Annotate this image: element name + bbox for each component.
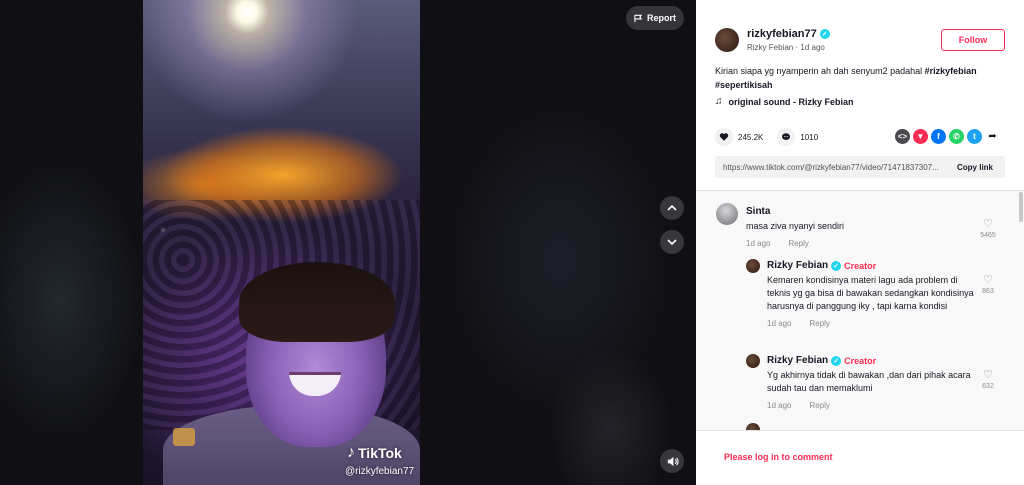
music-note-icon: ♫ — [715, 96, 723, 107]
comments-scrollbar[interactable] — [1019, 192, 1023, 222]
comment-count: 1010 — [800, 132, 819, 142]
follow-button[interactable]: Follow — [941, 29, 1005, 51]
music-label[interactable]: original sound - Rizky Febian — [729, 97, 854, 107]
caption-text: Kirian siapa yg nyamperin ah dah senyum2… — [715, 66, 925, 76]
stage-light — [173, 428, 195, 446]
author-avatar[interactable] — [715, 28, 739, 52]
watermark-brand: TikTok — [358, 445, 402, 461]
comment-text: Yg akhirnya tidak di bawakan ,dan dari p… — [767, 370, 971, 393]
comment-text: Kemaren kondisinya materi lagu ada probl… — [767, 275, 974, 311]
hashtag-link[interactable]: #sepertikisah — [715, 80, 773, 90]
comment-like: ♡ 5465 — [978, 217, 998, 239]
report-button[interactable]: Report — [626, 6, 684, 30]
engagement-stats: 245.2K 1010 — [715, 128, 832, 146]
verified-badge-icon: ✓ — [831, 355, 842, 366]
commenter-name[interactable]: Sinta — [746, 206, 966, 217]
verified-badge-icon: ✓ — [831, 260, 842, 271]
hashtag-link[interactable]: #rizkyfebian — [925, 66, 977, 76]
comment-like-count: 5465 — [980, 232, 996, 239]
comment-like: ♡ 632 — [978, 368, 998, 390]
reply-button[interactable]: Reply — [788, 239, 808, 248]
twitter-icon[interactable]: t — [967, 129, 982, 144]
video-caption: Kirian siapa yg nyamperin ah dah senyum2… — [715, 64, 1005, 92]
performer-hair — [239, 262, 395, 342]
author-subline: Rizky Febian · 1d ago — [747, 43, 830, 52]
post-time: 1d ago — [800, 43, 825, 52]
reply-button[interactable]: Reply — [809, 319, 829, 328]
creator-avatar[interactable] — [746, 354, 760, 368]
facebook-icon[interactable]: f — [931, 129, 946, 144]
tiktok-logo-icon: ♪ — [347, 444, 355, 461]
author-header[interactable]: rizkyfebian77 ✓ Rizky Febian · 1d ago — [715, 28, 830, 52]
video-url: https://www.tiktok.com/@rizkyfebian77/vi… — [723, 162, 939, 172]
share-buttons: <> ▼ f ✆ t ➦ — [895, 129, 1000, 144]
like-button[interactable] — [715, 128, 733, 146]
video-player[interactable] — [143, 0, 420, 485]
commenter-name[interactable]: Rizky Febian ✓ Creator — [767, 355, 977, 366]
comment-like-count: 632 — [982, 383, 994, 390]
speaker-icon — [667, 456, 679, 466]
share-arrow-icon[interactable]: ➦ — [985, 129, 1000, 144]
comment-meta: 1d ago Reply — [746, 239, 966, 248]
creator-avatar[interactable] — [746, 259, 760, 273]
author-username[interactable]: rizkyfebian77 — [747, 28, 817, 40]
music-link[interactable]: ♫ original sound - Rizky Febian — [715, 96, 854, 107]
watermark-handle: @rizkyfebian77 — [345, 466, 415, 477]
heart-icon — [719, 133, 729, 141]
subline-separator: · — [795, 43, 799, 52]
volume-button[interactable] — [660, 449, 684, 473]
tiktok-video-page: Report ♪ TikTok @rizkyfebian77 rizkyfebi… — [0, 0, 1024, 485]
chevron-up-icon — [667, 204, 677, 211]
heart-outline-icon[interactable]: ♡ — [978, 273, 998, 286]
comment-text: masa ziva nyanyi sendiri — [746, 221, 845, 231]
comment-meta: 1d ago Reply — [767, 401, 977, 410]
comment-like: ♡ 863 — [978, 273, 998, 295]
flag-icon — [634, 14, 643, 22]
previous-video-button[interactable] — [660, 196, 684, 220]
commenter-avatar[interactable] — [716, 203, 738, 225]
comment-time: 1d ago — [767, 401, 792, 410]
video-area: Report ♪ TikTok @rizkyfebian77 — [0, 0, 696, 485]
whatsapp-icon[interactable]: ✆ — [949, 129, 964, 144]
chevron-down-icon — [667, 239, 677, 246]
report-label: Report — [647, 13, 676, 23]
creator-badge: Creator — [844, 260, 877, 271]
creator-badge: Creator — [844, 355, 877, 366]
heart-outline-icon[interactable]: ♡ — [978, 368, 998, 381]
login-to-comment-link[interactable]: Please log in to comment — [724, 452, 833, 462]
reply-button[interactable]: Reply — [809, 401, 829, 410]
comment-time: 1d ago — [767, 319, 792, 328]
verified-badge-icon: ✓ — [819, 29, 830, 39]
like-count: 245.2K — [738, 132, 764, 142]
comment-footer: Please log in to comment — [696, 430, 1024, 485]
comment-bubble-icon — [782, 133, 791, 140]
author-username-row[interactable]: rizkyfebian77 ✓ — [747, 28, 830, 40]
commenter-avatar[interactable] — [746, 423, 760, 430]
send-to-friends-icon[interactable]: ▼ — [913, 129, 928, 144]
comment-button[interactable] — [777, 128, 796, 146]
comment-meta: 1d ago Reply — [767, 319, 977, 328]
tiktok-watermark: ♪ TikTok — [347, 444, 402, 462]
comments-list[interactable]: Sinta masa ziva nyanyi sendiri 1d ago Re… — [696, 190, 1024, 430]
next-video-button[interactable] — [660, 230, 684, 254]
comment-like-count: 863 — [982, 288, 994, 295]
details-panel: rizkyfebian77 ✓ Rizky Febian · 1d ago Fo… — [696, 0, 1024, 485]
commenter-name[interactable]: Rizky Febian ✓ Creator — [767, 260, 977, 271]
heart-outline-icon[interactable]: ♡ — [978, 217, 998, 230]
author-display-name: Rizky Febian — [747, 43, 794, 52]
embed-icon[interactable]: <> — [895, 129, 910, 144]
author-info: rizkyfebian77 ✓ Rizky Febian · 1d ago — [747, 28, 830, 52]
copy-link-button[interactable]: Copy link — [957, 163, 993, 172]
copy-link-box: https://www.tiktok.com/@rizkyfebian77/vi… — [715, 156, 1005, 178]
comment-time: 1d ago — [746, 239, 771, 248]
